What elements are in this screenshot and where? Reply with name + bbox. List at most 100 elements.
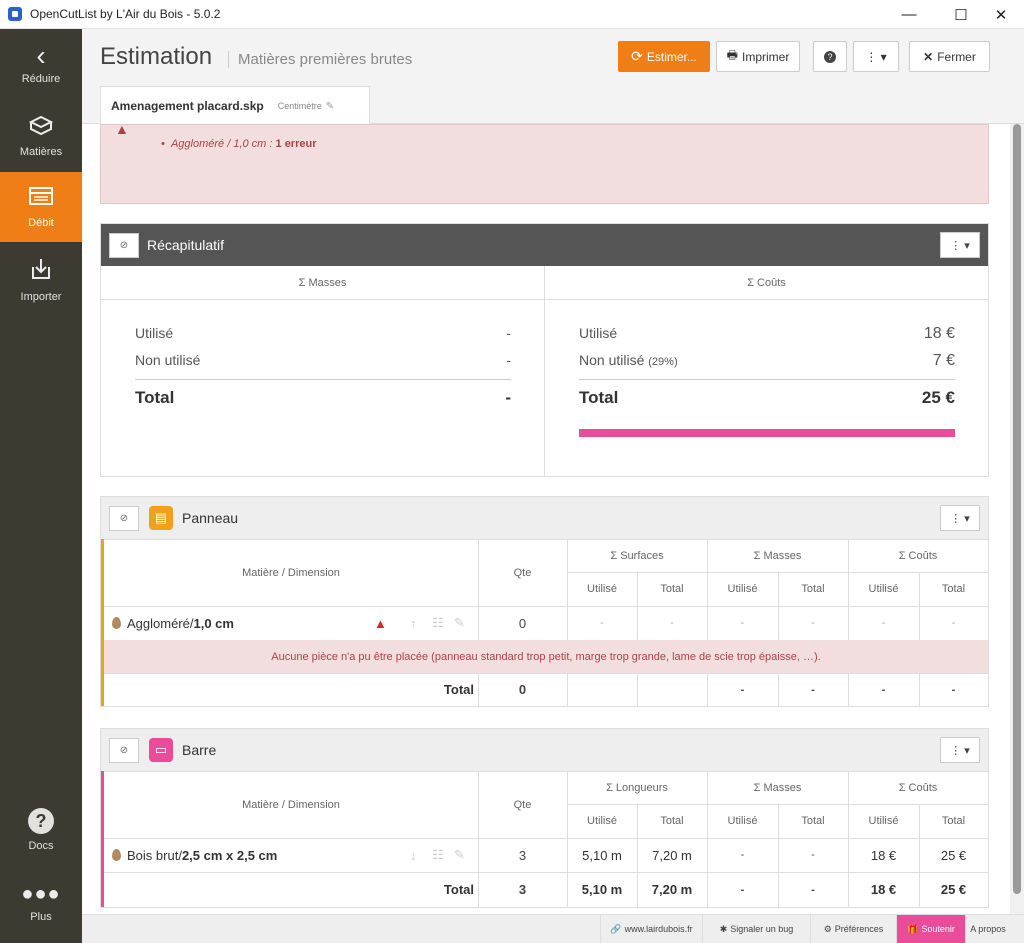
total-cell: -: [811, 883, 815, 896]
link-icon: 🔗: [610, 923, 622, 934]
value-cell: -: [740, 617, 745, 629]
sidebar-item-label: Plus: [30, 911, 52, 923]
panneau-header: ⊘ ▤ Panneau ⋮ ▾: [101, 497, 988, 539]
footer-link-preferences[interactable]: ⚙ Préférences: [810, 915, 896, 943]
costs-unused-value: 7 €: [932, 352, 955, 369]
error-material: Aggloméré / 1,0 cm: [170, 138, 267, 150]
panneau-title: Panneau: [182, 510, 239, 526]
footer-link-support[interactable]: 🎁 Soutenir: [896, 915, 965, 943]
eye-slash-icon: ⊘: [119, 240, 129, 251]
total-cell: [567, 673, 637, 706]
summary-panel: ⊘ Récapitulatif ⋮ ▾ Σ Masses Σ Coûts Uti…: [100, 223, 989, 477]
table-row-material[interactable]: Bois brut / 2,5 cm x 2,5 cm ↓ ☷ ✎: [104, 838, 478, 872]
more-vertical-icon: ⋮ ▾: [865, 49, 887, 64]
toggle-visibility-button[interactable]: ⊘: [109, 506, 139, 531]
unit-label: Centimètre: [277, 101, 322, 111]
material-name: Bois brut: [127, 847, 179, 863]
close-button-label: Fermer: [937, 49, 976, 64]
print-button[interactable]: 🖶 Imprimer: [716, 41, 800, 72]
eye-slash-icon: ⊘: [119, 745, 129, 756]
subheader-total: Total: [941, 815, 966, 827]
footer-link-website[interactable]: 🔗 www.lairdubois.fr: [600, 915, 702, 943]
summary-header: ⊘ Récapitulatif ⋮ ▾: [101, 224, 988, 266]
title-bar: OpenCutList by L'Air du Bois - 5.0.2 — ☐…: [0, 0, 1024, 29]
footer-site-label: www.lairdubois.fr: [624, 924, 693, 934]
subheader-used: Utilisé: [868, 815, 899, 827]
pencil-icon[interactable]: ✎: [454, 615, 465, 631]
arrow-down-icon[interactable]: ↓: [410, 848, 417, 863]
page-subtitle: Matières premières brutes: [228, 51, 412, 68]
more-vertical-icon: ⋮ ▾: [950, 512, 970, 525]
arrow-up-icon[interactable]: ↑: [410, 616, 417, 631]
row-error-message: Aucune pièce n'a pu être placée (panneau…: [104, 640, 988, 673]
materials-icon: [28, 114, 54, 142]
sidebar-item-label: Matières: [19, 146, 63, 158]
sidebar-item-cutlist[interactable]: Débit: [0, 172, 82, 242]
col-header-lengths: Σ Longueurs: [606, 781, 668, 794]
subheader-total: Total: [660, 583, 684, 595]
panneau-menu-button[interactable]: ⋮ ▾: [940, 505, 980, 531]
col-header-material: Matière / Dimension: [242, 798, 340, 811]
warning-icon: ▲: [374, 615, 387, 631]
import-icon: [29, 257, 53, 287]
wood-drop-icon: [112, 617, 121, 629]
material-dimension: 2,5 cm x 2,5 cm: [181, 847, 278, 863]
masses-used-value: -: [506, 325, 511, 341]
value-cell: -: [951, 617, 956, 629]
footer-link-about[interactable]: A propos: [965, 915, 1010, 943]
footer-link-bug[interactable]: ✱ Signaler un bug: [702, 915, 810, 943]
scrollbar-thumb[interactable]: [1013, 124, 1021, 894]
pencil-icon[interactable]: ✎: [326, 101, 334, 112]
table-row-material[interactable]: Aggloméré / 1,0 cm ▲ ↑ ☷ ✎: [104, 606, 478, 640]
summary-menu-button[interactable]: ⋮ ▾: [940, 232, 980, 258]
close-button[interactable]: ✕ Fermer: [909, 41, 990, 72]
vertical-scrollbar[interactable]: [1010, 124, 1024, 943]
pencil-icon[interactable]: ✎: [454, 847, 465, 863]
value-cell: 18 €: [870, 847, 897, 863]
total-cell: -: [811, 683, 815, 696]
error-separator: :: [266, 138, 276, 150]
list-icon[interactable]: ☷: [432, 847, 444, 863]
eye-slash-icon: ⊘: [119, 513, 129, 524]
sidebar-item-docs[interactable]: ? Docs: [0, 795, 82, 865]
toggle-visibility-button[interactable]: ⊘: [109, 738, 139, 763]
barre-menu-button[interactable]: ⋮ ▾: [940, 737, 980, 763]
sidebar-item-materials[interactable]: Matières: [0, 101, 82, 171]
barre-panel: ⊘ ▭ Barre ⋮ ▾ Matière / Dimension Qte Σ …: [100, 728, 989, 908]
costs-header: Σ Coûts: [747, 276, 786, 289]
costs-unused-label: Non utilisé (29%): [579, 352, 678, 368]
subheader-total: Total: [660, 815, 684, 827]
more-menu-button[interactable]: ⋮ ▾: [853, 41, 899, 72]
sidebar-item-reduce[interactable]: ‹ Réduire: [0, 29, 82, 99]
window-title: OpenCutList by L'Air du Bois - 5.0.2: [30, 7, 221, 21]
subheader-total: Total: [941, 583, 966, 595]
total-cell: 5,10 m: [581, 882, 623, 897]
question-circle-icon: ?: [824, 50, 836, 63]
sidebar-item-label: Importer: [20, 291, 62, 303]
minimize-button[interactable]: —: [886, 0, 932, 29]
subheader-total: Total: [801, 815, 825, 827]
barre-header: ⊘ ▭ Barre ⋮ ▾: [101, 729, 988, 771]
sidebar-item-import[interactable]: Importer: [0, 245, 82, 315]
cost-progress-bar: [579, 429, 955, 437]
toggle-visibility-button[interactable]: ⊘: [109, 233, 139, 258]
help-button[interactable]: ?: [813, 41, 847, 72]
page-header: Estimation Matières premières brutes ⟳ E…: [82, 29, 1024, 125]
panneau-panel: ⊘ ▤ Panneau ⋮ ▾ Matière / Dimension Qte …: [100, 496, 989, 707]
warning-icon: ▲: [115, 124, 129, 137]
wood-drop-icon: [112, 849, 121, 861]
estimate-button[interactable]: ⟳ Estimer...: [618, 41, 710, 72]
sidebar: ‹ Réduire Matières Débit Importer ? Docs: [0, 29, 82, 943]
close-window-button[interactable]: ✕: [978, 0, 1024, 29]
sidebar-item-label: Débit: [28, 217, 54, 229]
value-cell: -: [740, 849, 745, 861]
list-icon[interactable]: ☷: [432, 615, 444, 631]
costs-used-label: Utilisé: [579, 325, 618, 341]
col-header-masses: Σ Masses: [753, 781, 802, 794]
print-icon: 🖶: [726, 48, 738, 62]
subheader-total: Total: [801, 583, 825, 595]
masses-unused-label: Non utilisé: [135, 352, 201, 368]
file-tab[interactable]: Amenagement placard.skp Centimètre ✎: [100, 86, 370, 125]
sidebar-item-more[interactable]: ●●● Plus: [0, 867, 82, 937]
sidebar-item-label: Réduire: [21, 73, 61, 85]
